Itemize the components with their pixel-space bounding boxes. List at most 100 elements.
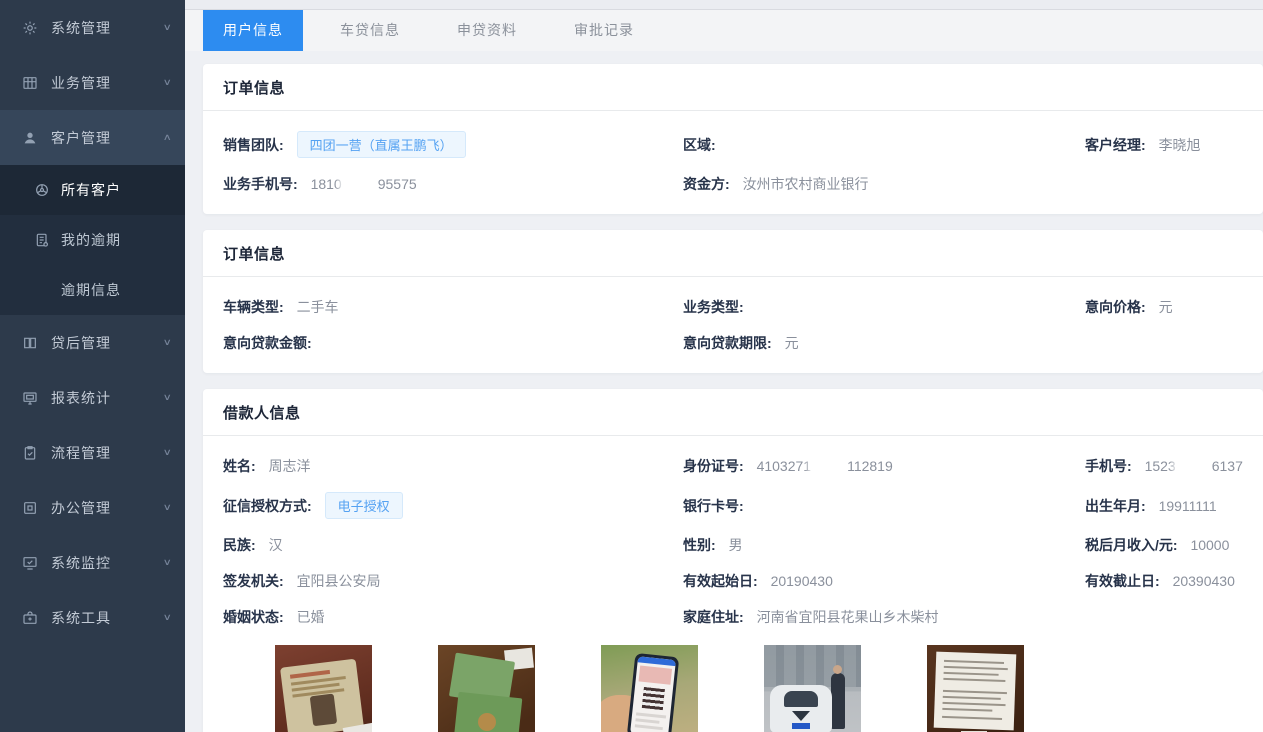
sidebar-item-my-overdue[interactable]: 我的逾期 [0,215,185,265]
field-value: 19911111 [1159,498,1217,514]
field-credit-auth: 征信授权方式: 电子授权 [223,492,683,519]
field-label: 民族: [223,537,256,553]
paper-document-photo-thumbnail[interactable] [927,645,1024,732]
field-label: 身份证号: [683,458,744,474]
sales-team-badge[interactable]: 四团一营（直属王鹏飞） [297,131,466,158]
phone-qr-auth-photo-thumbnail[interactable] [601,645,698,732]
field-value: 15236137 [1145,458,1243,474]
field-funder: 资金方: 汝州市农村商业银行 [683,174,1085,194]
book-icon [21,334,38,351]
clients-icon [33,182,50,199]
office-icon [21,499,38,516]
card-title: 借款人信息 [203,389,1263,436]
tab-car-loan-info[interactable]: 车贷信息 [320,10,420,51]
chevron-down-icon: ∨ [163,77,172,88]
main-area: 用户信息 车贷信息 申贷资料 审批记录 订单信息 销售团队: 四团一营（直属王鹏… [185,0,1263,732]
gear-icon [21,19,38,36]
field-label: 业务类型: [683,299,744,315]
field-mobile-phone: 手机号: 15236137 [1085,456,1243,476]
sidebar-item-report-statistics[interactable]: 报表统计 ∨ [0,370,185,425]
field-label: 家庭住址: [683,609,744,625]
toolbox-icon [21,609,38,626]
sidebar-item-label: 办公管理 [51,498,164,518]
sidebar-item-customer-management[interactable]: 客户管理 ∧ [0,110,185,165]
field-value: 元 [1159,299,1173,315]
sidebar-item-label: 贷后管理 [51,333,164,353]
green-certificate-photo-thumbnail[interactable] [438,645,535,732]
credit-auth-badge[interactable]: 电子授权 [325,492,403,519]
field-value: 元 [785,335,799,351]
document-icon [33,232,50,249]
sidebar-item-postloan-management[interactable]: 贷后管理 ∨ [0,315,185,370]
field-valid-from: 有效起始日: 20190430 [683,571,1085,591]
person-with-car-photo-thumbnail[interactable] [764,645,861,732]
field-bank-card: 银行卡号: [683,496,1085,516]
field-value: 已婚 [297,609,325,625]
chevron-down-icon: ∨ [163,392,172,403]
field-id-number: 身份证号: 4103271112819 [683,456,1085,476]
field-loan-term: 意向贷款期限: 元 [683,333,1085,353]
sidebar-item-overdue-info[interactable]: 逾期信息 [0,265,185,315]
field-home-address: 家庭住址: 河南省宜阳县花果山乡木柴村 [683,607,1085,627]
field-label: 手机号: [1085,458,1132,474]
card-title: 订单信息 [203,64,1263,111]
redaction-blur [811,458,847,473]
tab-loan-application-docs[interactable]: 申贷资料 [437,10,537,51]
field-value: 汝州市农村商业银行 [743,176,869,192]
field-value: 10000 [1190,537,1229,553]
field-gender: 性别: 男 [683,535,1085,555]
sidebar-item-system-tools[interactable]: 系统工具 ∨ [0,590,185,645]
sidebar-item-process-management[interactable]: 流程管理 ∨ [0,425,185,480]
field-value: 汉 [269,537,283,553]
field-label: 意向价格: [1085,299,1146,315]
field-valid-to: 有效截止日: 20390430 [1085,571,1243,591]
user-icon [21,129,38,146]
chevron-down-icon: ∨ [163,22,172,33]
field-label: 业务手机号: [223,176,298,192]
tab-bar: 用户信息 车贷信息 申贷资料 审批记录 [185,10,1263,51]
sidebar: 系统管理 ∨ 业务管理 ∨ 客户管理 ∧ 所有客户 我的逾期 逾期信息 [0,0,185,732]
sidebar-item-system-management[interactable]: 系统管理 ∨ [0,0,185,55]
monitor-check-icon [21,554,38,571]
field-label: 意向贷款期限: [683,335,772,351]
field-label: 车辆类型: [223,299,284,315]
clipboard-icon [21,444,38,461]
sidebar-item-label: 我的逾期 [61,230,185,250]
field-intent-price: 意向价格: 元 [1085,297,1243,317]
redaction-blur [342,176,378,191]
field-monthly-income: 税后月收入/元: 10000 [1085,535,1243,555]
field-value: 李晓旭 [1159,137,1201,153]
field-value: 宜阳县公安局 [297,573,381,589]
field-label: 姓名: [223,458,256,474]
field-label: 性别: [683,537,716,553]
sidebar-item-label: 流程管理 [51,443,164,463]
sidebar-item-label: 系统监控 [51,553,164,573]
sidebar-item-label: 所有客户 [61,180,185,200]
sidebar-item-system-monitor[interactable]: 系统监控 ∨ [0,535,185,590]
chevron-up-icon: ∧ [163,132,172,143]
field-value: 20190430 [771,573,833,589]
top-strip [185,0,1263,10]
field-label: 出生年月: [1085,498,1146,514]
field-value: 181095575 [311,176,417,192]
sidebar-item-label: 业务管理 [51,73,164,93]
field-label: 征信授权方式: [223,498,312,514]
field-label: 区域: [683,137,716,153]
field-vehicle-type: 车辆类型: 二手车 [223,297,683,317]
sidebar-item-office-management[interactable]: 办公管理 ∨ [0,480,185,535]
field-marital-status: 婚姻状态: 已婚 [223,607,683,627]
field-label: 税后月收入/元: [1085,537,1178,553]
tab-user-info[interactable]: 用户信息 [203,10,303,51]
sidebar-item-all-customers[interactable]: 所有客户 [0,165,185,215]
field-label: 银行卡号: [683,498,744,514]
id-card-photo-thumbnail[interactable] [275,645,372,732]
order-info-card-2: 订单信息 车辆类型: 二手车 业务类型: 意向价格: 元 [203,230,1263,373]
field-label: 有效起始日: [683,573,758,589]
field-label: 婚姻状态: [223,609,284,625]
chevron-down-icon: ∨ [163,502,172,513]
tab-approval-records[interactable]: 审批记录 [554,10,654,51]
field-label: 资金方: [683,176,730,192]
field-issuing-authority: 签发机关: 宜阳县公安局 [223,571,683,591]
sidebar-item-business-management[interactable]: 业务管理 ∨ [0,55,185,110]
chevron-down-icon: ∨ [163,337,172,348]
